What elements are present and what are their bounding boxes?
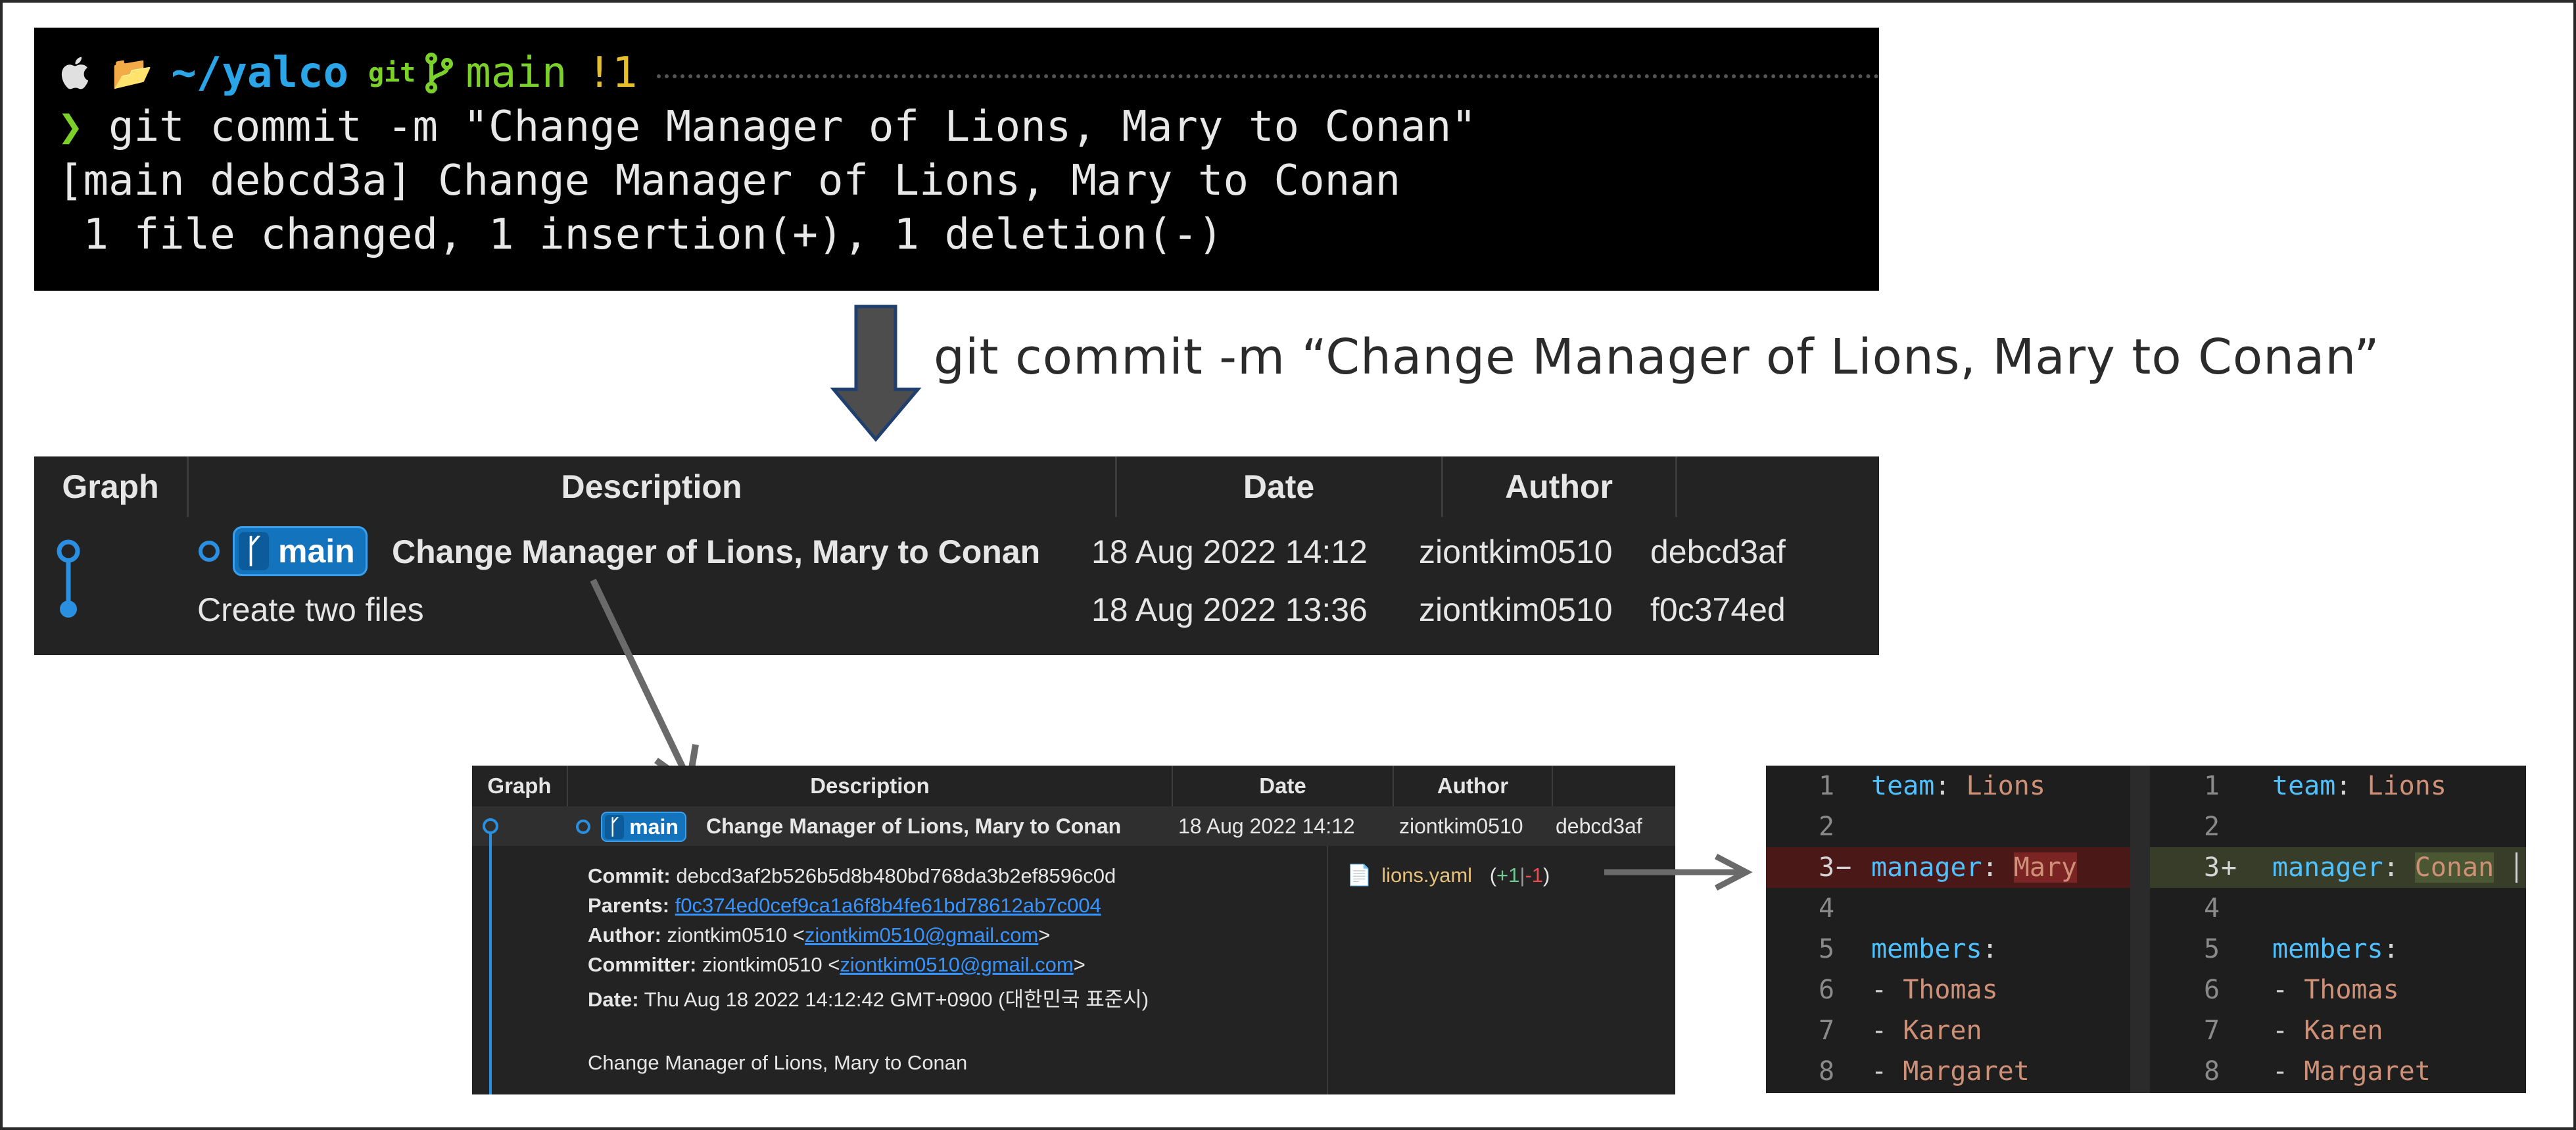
code-line: 4 [2204, 893, 2220, 923]
code-line: 8- Margaret [2204, 1056, 2431, 1087]
folder-icon: 📂 [112, 54, 153, 92]
commit-description: Create two files [197, 591, 424, 628]
code-line: 6- Thomas [2204, 975, 2399, 1005]
code-line: 5 members: [2204, 934, 2399, 964]
diff-editor[interactable]: 1 team: Lions 2 3− manager: Mary 4 5 member… [1766, 766, 2526, 1093]
author-email-link[interactable]: ziontkim0510@gmail.com [805, 923, 1038, 946]
detail-message: Change Manager of Lions, Mary to Conan [588, 1051, 968, 1074]
changed-file-name: lions.yaml [1381, 864, 1473, 887]
code-line: 6- Thomas [1819, 975, 1998, 1005]
commit-node-icon [199, 541, 220, 562]
git-graph-large: Graph Description Date Author ᚴ main Cha… [34, 456, 1879, 655]
column-header-description[interactable]: Description [568, 766, 1172, 806]
right-arrow-icon [1604, 854, 1753, 891]
commit-description: Change Manager of Lions, Mary to Conan [706, 814, 1122, 838]
terminal-output-1: [main debcd3a] Change Manager of Lions, … [58, 157, 1401, 205]
code-line: 1 team: Lions [1819, 771, 2045, 801]
prompt-path: ~/yalco [171, 49, 348, 97]
added-line: 3 + manager: Conan [2150, 847, 2526, 888]
prompt-status: !1 [586, 49, 638, 97]
commit-node-icon [576, 820, 590, 834]
code-line: 4 [1819, 893, 1835, 923]
detail-author: Author: ziontkim0510 <ziontkim0510@gmail… [588, 923, 1051, 946]
column-header-graph[interactable]: Graph [472, 766, 567, 806]
column-header-graph[interactable]: Graph [34, 456, 187, 517]
down-arrow-icon [830, 305, 922, 442]
prompt-branch: main [465, 49, 567, 97]
branch-badge[interactable]: ᚴ main [601, 812, 686, 842]
removed-line: 3− manager: Mary [1766, 847, 2130, 888]
commit-date: 18 Aug 2022 14:12 [1178, 814, 1355, 838]
file-icon: 📄 [1347, 864, 1372, 887]
commit-hash: f0c374ed [1650, 591, 1786, 628]
git-label: git [368, 58, 416, 88]
commit-author: ziontkim0510 [1419, 591, 1613, 628]
terminal-window[interactable]: 📂 ~/yalco git main !1 ❯ git commit -m "C… [34, 28, 1879, 291]
detail-date: Date: Thu Aug 18 2022 14:12:42 GMT+0900 … [588, 988, 1149, 1011]
column-divider[interactable] [1552, 766, 1553, 806]
column-header-author[interactable]: Author [1443, 456, 1675, 517]
column-header-date[interactable]: Date [1173, 766, 1393, 806]
column-header-description[interactable]: Description [188, 456, 1115, 517]
code-line: 7- Karen [1819, 1016, 1982, 1046]
commit-graph-line [57, 539, 80, 618]
prompt-filler-dots [657, 74, 1879, 78]
diagonal-arrow-icon [590, 578, 699, 790]
detail-divider [1327, 846, 1328, 1094]
terminal-command: git commit -m "Change Manager of Lions, … [108, 103, 1477, 151]
file-removed-count: -1 [1525, 864, 1544, 887]
commit-author: ziontkim0510 [1419, 533, 1613, 570]
code-line: 1 team: Lions [2204, 771, 2446, 801]
git-graph-detail: Graph Description Date Author ᚴ main Cha… [472, 766, 1675, 1094]
prompt-symbol: ❯ [58, 103, 83, 151]
diff-pane-divider[interactable] [2130, 766, 2150, 1093]
column-header-author[interactable]: Author [1394, 766, 1552, 806]
diff-right-pane[interactable]: 1 team: Lions 2 3 + manager: Conan 4 5 membe… [2150, 766, 2526, 1093]
parent-commit-link[interactable]: f0c374ed0cef9ca1a6f8b4fe61bd78612ab7c004 [675, 894, 1101, 917]
diff-left-pane[interactable]: 1 team: Lions 2 3− manager: Mary 4 5 member… [1766, 766, 2130, 1093]
code-line: 2 [1819, 812, 1835, 842]
apple-icon [61, 57, 89, 89]
commit-date: 18 Aug 2022 14:12 [1091, 533, 1368, 570]
column-divider[interactable] [1675, 456, 1677, 517]
terminal-prompt-bar: 📂 ~/yalco git main !1 [58, 46, 1879, 100]
committer-email-link[interactable]: ziontkim0510@gmail.com [840, 953, 1073, 976]
git-branch-icon: ᚴ [239, 532, 269, 570]
commit-hash: debcd3af [1650, 533, 1786, 570]
terminal-command-line: ❯ git commit -m "Change Manager of Lions… [58, 100, 1879, 154]
code-line: 8- Margaret [1819, 1056, 2030, 1087]
column-header-date[interactable]: Date [1116, 456, 1441, 517]
detail-parents: Parents: f0c374ed0cef9ca1a6f8b4fe61bd786… [588, 894, 1101, 917]
file-added-count: +1 [1496, 864, 1520, 887]
code-line: 7- Karen [2204, 1016, 2383, 1046]
commit-caption: git commit -m “Change Manager of Lions, … [934, 329, 2380, 385]
commit-description: Change Manager of Lions, Mary to Conan [392, 533, 1041, 570]
git-branch-icon: ᚴ [605, 814, 625, 839]
terminal-output-2: 1 file changed, 1 insertion(+), 1 deleti… [58, 210, 1224, 259]
branch-badge-label: main [278, 533, 355, 570]
commit-hash: debcd3af [1556, 814, 1642, 838]
commit-graph-line [483, 818, 498, 1094]
git-branch-icon [425, 53, 454, 93]
detail-committer: Committer: ziontkim0510 <ziontkim0510@gm… [588, 953, 1085, 976]
branch-badge-label: main [629, 814, 679, 839]
code-line: 5 members: [1819, 934, 1998, 964]
code-line: 2 [2204, 812, 2220, 842]
text-cursor [2516, 852, 2517, 883]
changed-file-item[interactable]: 📄 lions.yaml (+1|-1) [1347, 863, 1550, 887]
commit-author: ziontkim0510 [1399, 814, 1523, 838]
branch-badge[interactable]: ᚴ main [233, 526, 368, 576]
detail-commit: Commit: debcd3af2b526b5d8b480bd768da3b2e… [588, 864, 1116, 887]
commit-date: 18 Aug 2022 13:36 [1091, 591, 1368, 628]
